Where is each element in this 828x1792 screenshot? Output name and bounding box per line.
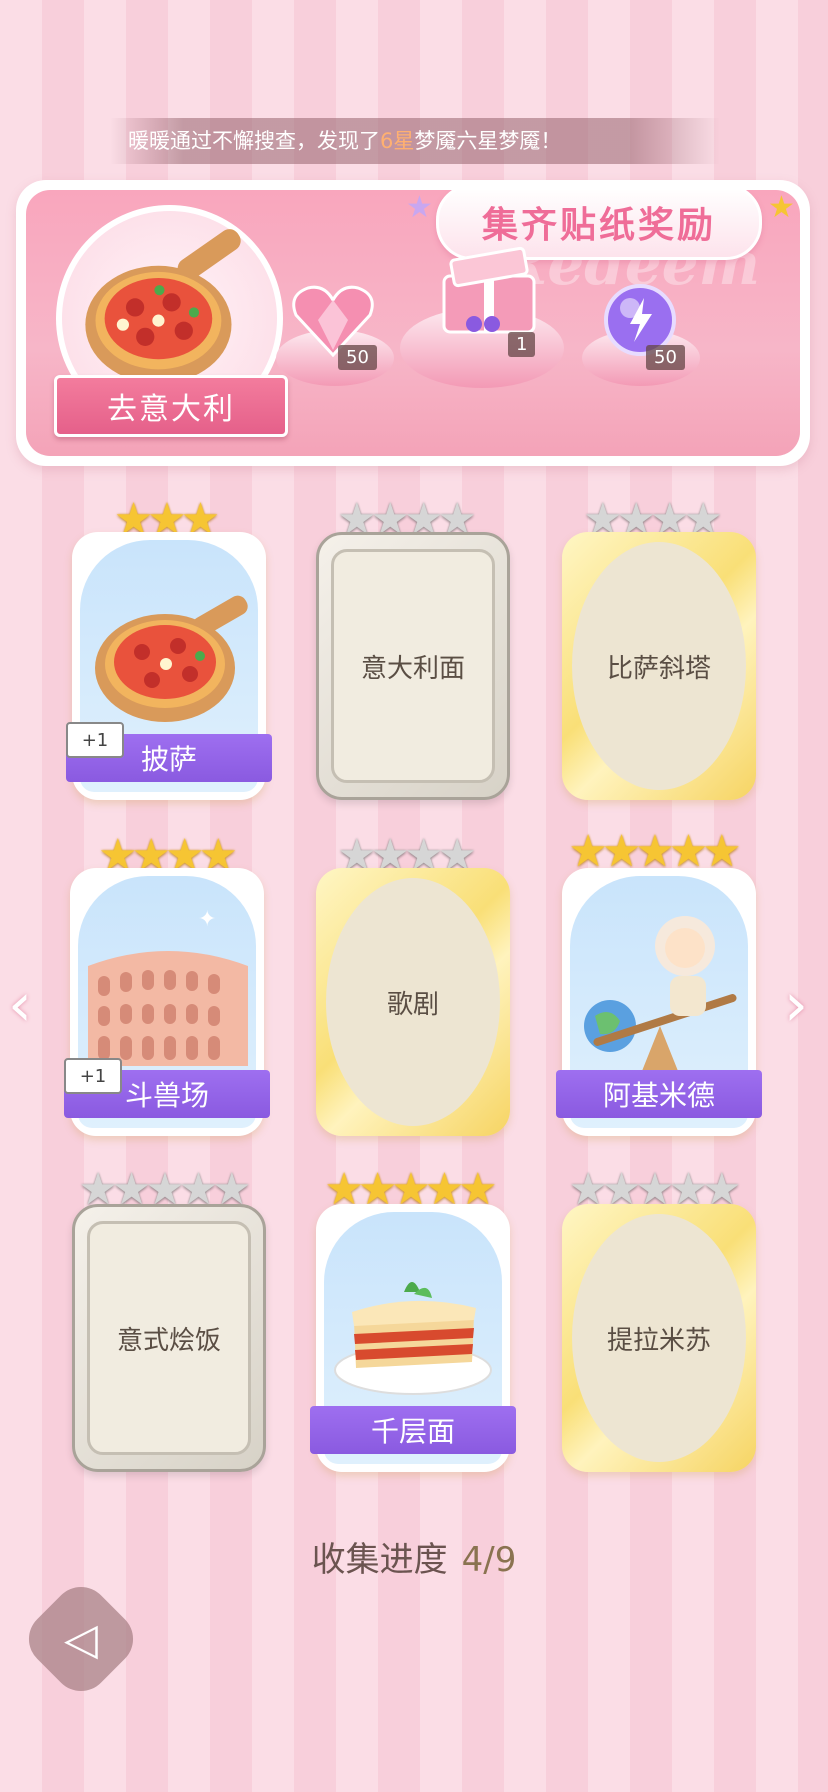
sticker-card-risotto[interactable]: 意式烩饭 — [72, 1204, 266, 1472]
progress-label: 收集进度 — [311, 1540, 448, 1580]
reward-banner: Redeem 去意大利 集齐贴纸奖励 ★ ★ 50 1 50 — [16, 180, 810, 466]
prev-page-arrow[interactable]: ‹ — [8, 970, 32, 1040]
sticker-card-pizza[interactable]: 披萨 +1 — [66, 532, 272, 800]
plus-badge: +1 — [64, 1058, 122, 1094]
city-ribbon: 去意大利 — [54, 375, 288, 437]
progress-value: 4/9 — [461, 1540, 517, 1580]
notice-highlight: 6星 — [380, 129, 415, 153]
sticker-card-opera[interactable]: 歌剧 — [316, 868, 510, 1136]
card-name: 阿基米德 — [556, 1070, 762, 1118]
reward-count: 50 — [338, 345, 377, 370]
plus-badge: +1 — [66, 722, 124, 758]
star-icon: ★ — [406, 190, 433, 225]
sticker-card-pasta[interactable]: 意大利面 — [316, 532, 510, 800]
sticker-card-tiramisu[interactable]: 提拉米苏 — [562, 1204, 756, 1472]
sticker-card-archimedes[interactable]: 阿基米德 — [556, 868, 762, 1136]
gift-box-icon[interactable] — [434, 246, 544, 342]
star-icon: ★ — [768, 190, 795, 225]
notice-suffix: 梦魇六星梦魇！ — [414, 129, 562, 153]
card-name: 歌剧 — [386, 989, 439, 1020]
card-name: 意大利面 — [360, 653, 465, 684]
notice-bar: 暖暖通过不懈搜查，发现了6星梦魇六星梦魇！ — [110, 118, 720, 164]
card-name: 提拉米苏 — [606, 1325, 711, 1356]
card-name: 意式烩饭 — [116, 1325, 221, 1356]
reward-count: 1 — [508, 332, 536, 357]
collection-progress: 收集进度 4/9 — [0, 1532, 828, 1581]
svg-text:✦: ✦ — [198, 907, 216, 932]
sticker-card-lasagna[interactable]: 千层面 — [310, 1204, 516, 1472]
sticker-card-leaning-tower[interactable]: 比萨斜塔 — [562, 532, 756, 800]
sticker-card-colosseum[interactable]: ✦ 斗兽场 +1 — [64, 868, 270, 1136]
back-arrow-icon: ◁ — [64, 1613, 98, 1665]
card-name: 千层面 — [310, 1406, 516, 1454]
card-name: 比萨斜塔 — [606, 653, 711, 684]
notice-prefix: 暖暖通过不懈搜查，发现了 — [128, 129, 380, 153]
next-page-arrow[interactable]: › — [784, 970, 808, 1040]
reward-count: 50 — [646, 345, 685, 370]
